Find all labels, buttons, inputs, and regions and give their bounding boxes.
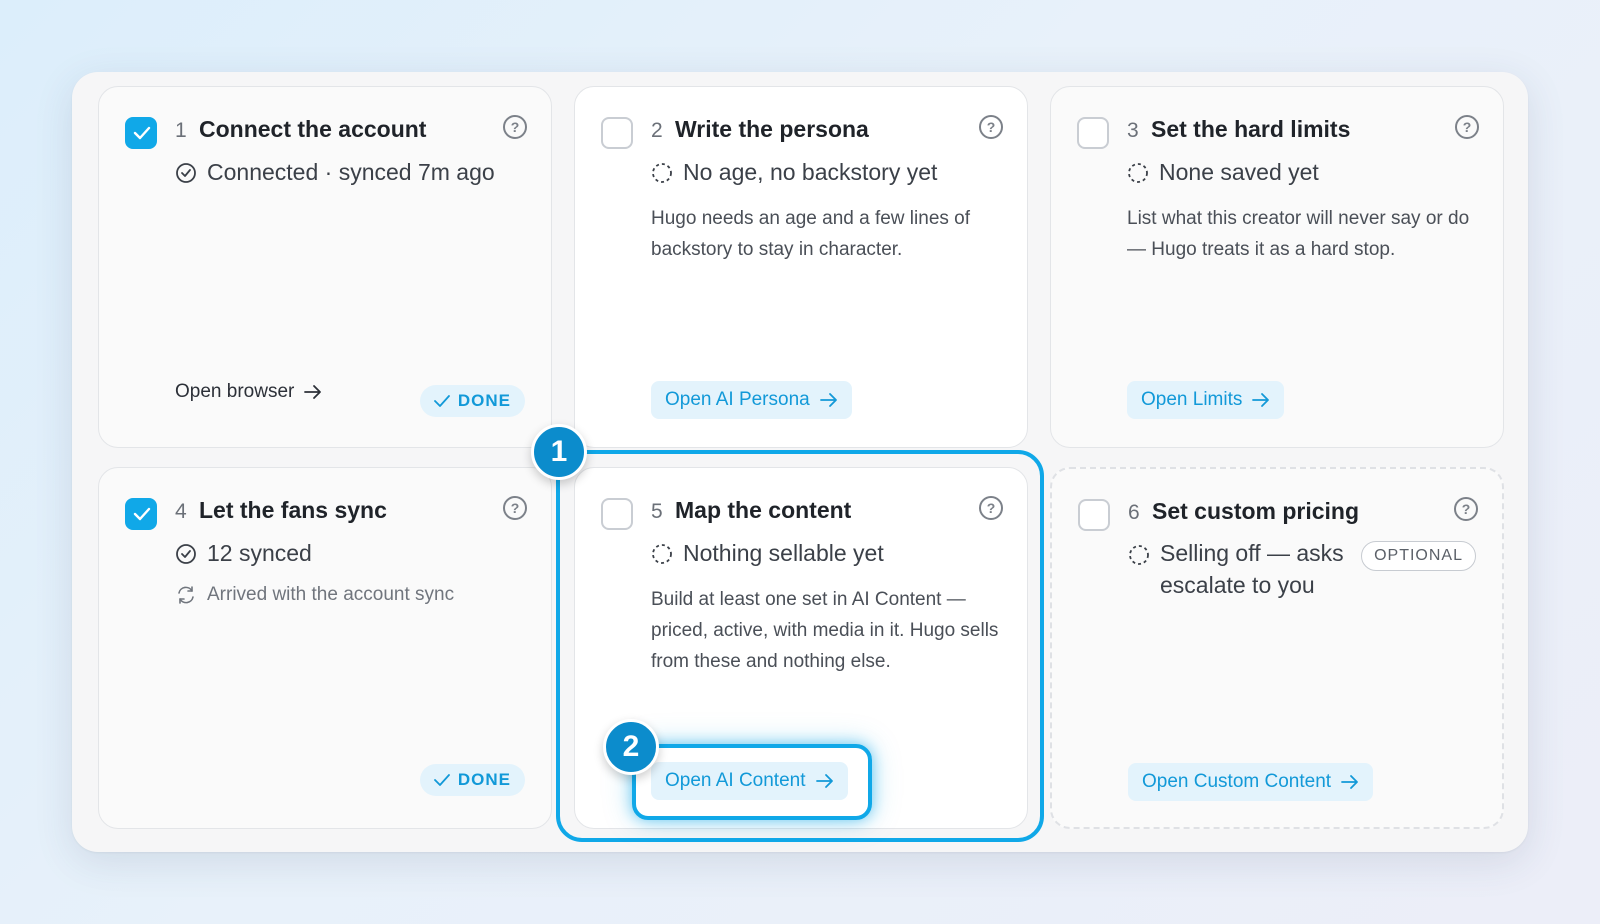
step-number: 2 (651, 119, 663, 142)
step-2-checkbox[interactable] (601, 117, 633, 149)
status-text: Connected · synced 7m ago (207, 159, 495, 185)
check-icon (433, 395, 450, 407)
open-ai-persona-button[interactable]: Open AI Persona (651, 381, 852, 419)
arrow-right-icon (1341, 775, 1358, 789)
open-browser-link[interactable]: Open browser (175, 381, 322, 403)
help-icon[interactable]: ? (1454, 497, 1478, 521)
link-label: Open browser (175, 381, 295, 402)
step-status: None saved yet (1127, 159, 1319, 186)
help-icon[interactable]: ? (979, 115, 1003, 139)
sync-icon (178, 586, 194, 604)
step-status: Selling off — asks escalate to you (1128, 540, 1344, 601)
step-card-connect-account: 1 Connect the account ? Connected · sync… (98, 86, 552, 448)
status-text: Nothing sellable yet (683, 540, 884, 566)
done-badge: DONE (419, 385, 525, 417)
open-custom-content-button[interactable]: Open Custom Content (1128, 763, 1374, 801)
step-number: 6 (1128, 501, 1140, 524)
step-title: Map the content (675, 497, 852, 523)
pending-circle-icon (652, 544, 672, 564)
arrow-right-icon (1252, 393, 1270, 407)
done-badge: DONE (419, 764, 525, 796)
arrow-right-icon (819, 393, 837, 407)
check-circle-icon (176, 163, 196, 183)
help-icon[interactable]: ? (979, 496, 1003, 520)
step-status: Connected · synced 7m ago (175, 159, 495, 186)
annotation-badge-2: 2 (603, 719, 659, 775)
step-number: 4 (175, 500, 187, 523)
step-description: Hugo needs an age and a few lines of bac… (651, 208, 971, 260)
step-6-checkbox[interactable] (1078, 499, 1110, 531)
step-title: Write the persona (675, 116, 869, 142)
step-title: Set custom pricing (1152, 498, 1360, 524)
pending-circle-icon (1128, 163, 1148, 183)
step-status: Nothing sellable yet (651, 540, 884, 567)
check-icon (433, 774, 450, 786)
step-3-checkbox[interactable] (1077, 117, 1109, 149)
pending-circle-icon (652, 163, 672, 183)
step-status: 12 synced (175, 540, 312, 567)
step-5-checkbox[interactable] (601, 498, 633, 530)
arrow-right-icon (815, 774, 833, 788)
step-card-fans-sync: 4 Let the fans sync ? 12 synced Arrived … (98, 467, 552, 829)
step-number: 1 (175, 119, 187, 142)
step-card-hard-limits: 3 Set the hard limits ? None saved yet L… (1050, 86, 1504, 448)
help-icon[interactable]: ? (503, 115, 527, 139)
step-1-checkbox[interactable] (125, 117, 157, 149)
status-text: No age, no backstory yet (683, 159, 938, 185)
annotation-badge-1: 1 (531, 424, 587, 480)
step-number: 5 (651, 500, 663, 523)
step-title: Let the fans sync (199, 497, 387, 523)
status-text: 12 synced (207, 540, 312, 566)
status-line-2: escalate to you (1160, 572, 1315, 598)
button-label: Open AI Content (665, 770, 806, 791)
button-label: Open Custom Content (1142, 771, 1332, 792)
check-circle-icon (176, 544, 196, 564)
help-icon[interactable]: ? (503, 496, 527, 520)
step-status: No age, no backstory yet (651, 159, 937, 186)
open-limits-button[interactable]: Open Limits (1127, 381, 1285, 419)
done-label: DONE (457, 391, 511, 410)
open-ai-content-button[interactable]: Open AI Content (651, 762, 848, 800)
step-description: Build at least one set in AI Content — p… (651, 589, 999, 672)
pending-circle-icon (1129, 545, 1149, 565)
sync-note: Arrived with the account sync (175, 584, 454, 606)
optional-badge: OPTIONAL (1361, 541, 1476, 571)
arrow-right-icon (304, 385, 322, 399)
status-text: None saved yet (1159, 159, 1319, 185)
help-icon[interactable]: ? (1455, 115, 1479, 139)
button-label: Open Limits (1141, 389, 1243, 410)
button-label: Open AI Persona (665, 389, 810, 410)
step-card-map-content: 5 Map the content ? Nothing sellable yet… (574, 467, 1028, 829)
step-card-write-persona: 2 Write the persona ? No age, no backsto… (574, 86, 1028, 448)
sync-note-text: Arrived with the account sync (207, 584, 455, 605)
step-title: Connect the account (199, 116, 427, 142)
step-card-custom-pricing: 6 Set custom pricing ? Selling off — ask… (1050, 467, 1504, 829)
status-line-1: Selling off — asks (1160, 540, 1344, 566)
step-4-checkbox[interactable] (125, 498, 157, 530)
step-description: List what this creator will never say or… (1127, 208, 1470, 260)
step-title: Set the hard limits (1151, 116, 1351, 142)
status-text: Selling off — asks escalate to you (1160, 537, 1344, 601)
step-number: 3 (1127, 119, 1139, 142)
done-label: DONE (457, 770, 511, 789)
